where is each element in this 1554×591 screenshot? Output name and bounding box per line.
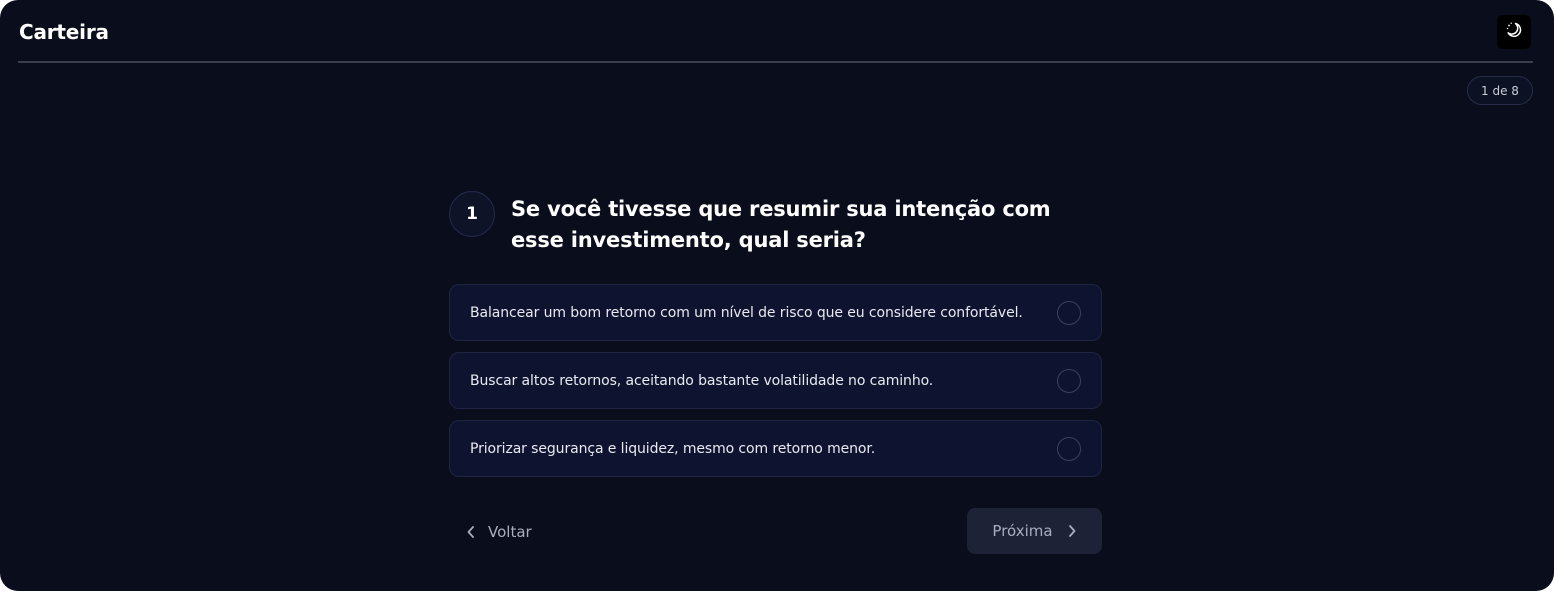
answer-option-label: Buscar altos retornos, aceitando bastant… — [470, 372, 934, 389]
radio-button[interactable] — [1057, 437, 1081, 461]
chevron-left-icon — [466, 525, 476, 539]
app-title: Carteira — [19, 20, 109, 44]
moon-icon — [1505, 21, 1523, 43]
next-button[interactable]: Próxima — [967, 508, 1102, 554]
answer-option[interactable]: Buscar altos retornos, aceitando bastant… — [449, 352, 1102, 409]
radio-button[interactable] — [1057, 369, 1081, 393]
question-text: Se você tivesse que resumir sua intenção… — [511, 197, 1051, 252]
answer-option-label: Balancear um bom retorno com um nível de… — [470, 304, 1023, 321]
back-button-label: Voltar — [488, 523, 532, 541]
chevron-right-icon — [1067, 524, 1077, 538]
question-number-badge: 1 — [449, 191, 495, 237]
app-window: Carteira 1 de 8 1 Se você tivesse que re… — [0, 0, 1554, 591]
next-button-label: Próxima — [992, 522, 1053, 540]
answer-option-label: Priorizar segurança e liquidez, mesmo co… — [470, 440, 876, 457]
answer-option[interactable]: Balancear um bom retorno com um nível de… — [449, 284, 1102, 341]
answer-options: Balancear um bom retorno com um nível de… — [449, 284, 1102, 488]
answer-option[interactable]: Priorizar segurança e liquidez, mesmo co… — [449, 420, 1102, 477]
progress-badge: 1 de 8 — [1467, 76, 1533, 105]
header-divider — [18, 61, 1533, 63]
radio-button[interactable] — [1057, 301, 1081, 325]
back-button[interactable]: Voltar — [466, 519, 532, 545]
theme-toggle-button[interactable] — [1497, 15, 1531, 49]
